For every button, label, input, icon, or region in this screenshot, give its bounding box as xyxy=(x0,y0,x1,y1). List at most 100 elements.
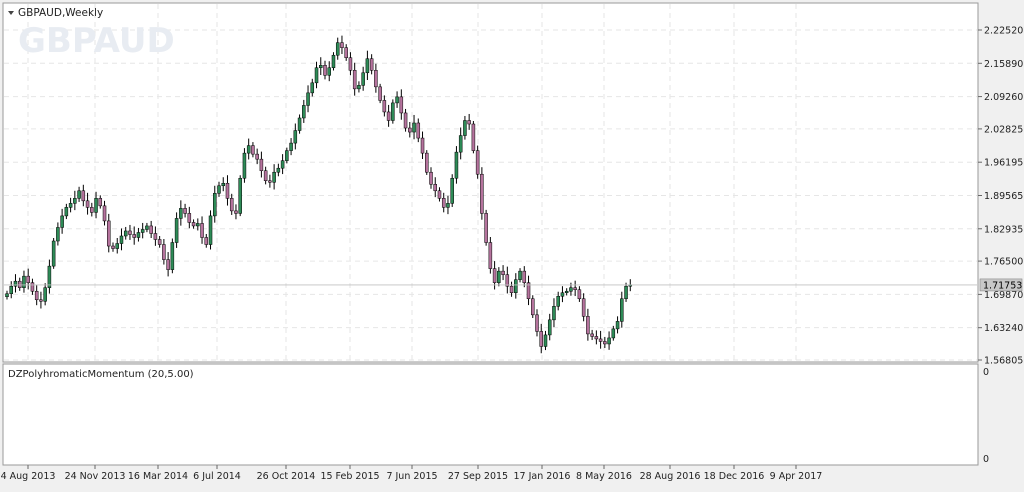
candle-body xyxy=(497,270,501,283)
time-tick-label: 16 Mar 2014 xyxy=(128,471,188,482)
candle-body xyxy=(306,92,310,106)
price-tick-label: 1.96195 xyxy=(984,158,1023,169)
candle xyxy=(471,120,476,154)
candle-body xyxy=(90,207,94,213)
candle-body xyxy=(170,242,175,270)
candle-body xyxy=(297,117,302,131)
candle-body xyxy=(590,333,594,337)
candle-body xyxy=(285,150,289,161)
candle-body xyxy=(386,111,391,121)
candle-body xyxy=(369,58,374,71)
candle-body xyxy=(425,152,429,173)
candle-body xyxy=(577,289,582,300)
candle-body xyxy=(603,341,607,345)
candle-body xyxy=(569,287,573,292)
candle-body xyxy=(357,85,361,90)
time-tick-label: 15 Feb 2015 xyxy=(320,471,379,482)
chart-window: GBPAUD GBPAUD,Weekly DZPolyhromaticMomen… xyxy=(0,0,1024,488)
price-tick-label: 1.63240 xyxy=(984,323,1023,334)
indicator-tick-bottom: 0 xyxy=(983,454,989,465)
candle-body xyxy=(607,337,611,345)
time-tick-label: 27 Sep 2015 xyxy=(448,471,508,482)
candle-body xyxy=(68,203,73,208)
candle-body xyxy=(522,270,527,283)
candle-body xyxy=(13,280,18,287)
candle-body xyxy=(272,171,276,183)
price-tick-label: 2.02825 xyxy=(984,124,1023,135)
time-tick-label: 9 Apr 2017 xyxy=(770,471,823,482)
candle-body xyxy=(39,299,43,302)
candle xyxy=(51,237,56,269)
candle-body xyxy=(34,290,39,301)
candle-body xyxy=(251,145,255,155)
candle-body xyxy=(115,243,119,249)
candle-body xyxy=(454,151,459,179)
candle-body xyxy=(263,170,268,182)
candle-body xyxy=(51,240,56,267)
candle-body xyxy=(289,142,293,151)
candle-body xyxy=(314,67,319,84)
candle-body xyxy=(5,293,9,298)
candle-body xyxy=(327,67,331,76)
candle-body xyxy=(174,218,179,243)
candle-body xyxy=(56,227,60,242)
price-tick-label: 1.76500 xyxy=(984,257,1023,268)
candle-body xyxy=(280,160,285,169)
candle-body xyxy=(98,198,103,207)
candle-body xyxy=(221,183,225,187)
candle-body xyxy=(77,190,81,199)
candle-body xyxy=(107,220,111,247)
candle-body xyxy=(437,190,442,199)
chart-canvas[interactable]: GBPAUD GBPAUD,Weekly DZPolyhromaticMomen… xyxy=(0,0,1024,488)
candle-body xyxy=(26,275,30,283)
candle-body xyxy=(484,213,488,243)
candle-body xyxy=(60,215,64,228)
candle-body xyxy=(518,270,522,280)
symbol-menu[interactable]: GBPAUD,Weekly xyxy=(8,7,103,19)
candle-body xyxy=(208,215,213,245)
candle-body xyxy=(573,287,577,290)
candle-body xyxy=(543,334,548,347)
candle-body xyxy=(620,298,624,322)
candle-body xyxy=(94,198,98,213)
candle-body xyxy=(136,232,141,238)
candle-body xyxy=(539,331,543,347)
candle-body xyxy=(556,295,560,307)
candle-body xyxy=(43,287,47,302)
candle-body xyxy=(302,105,306,119)
candle-body xyxy=(547,319,552,336)
candle-body xyxy=(458,135,463,153)
current-price-label: 1.71753 xyxy=(983,280,1022,291)
candle xyxy=(488,236,493,274)
candle-body xyxy=(429,171,433,185)
candle-body xyxy=(441,198,446,208)
price-tick-label: 2.09260 xyxy=(984,92,1023,103)
time-tick-label: 8 May 2016 xyxy=(576,471,632,482)
candle-body xyxy=(225,183,230,199)
candle-body xyxy=(246,145,251,154)
candle-body xyxy=(361,72,365,86)
candle-body xyxy=(217,185,221,194)
candle-body xyxy=(365,58,370,74)
candle-body xyxy=(111,245,115,249)
candle-body xyxy=(22,275,26,288)
candle-body xyxy=(196,223,200,227)
indicator-label: DZPolyhromaticMomentum (20,5.00) xyxy=(8,369,194,380)
candle-body xyxy=(514,279,518,293)
candle-body xyxy=(276,167,281,173)
time-tick-label: 18 Dec 2016 xyxy=(704,471,765,482)
candle-body xyxy=(132,234,136,238)
candle-body xyxy=(268,180,272,183)
candle-body xyxy=(348,57,353,71)
candle-body xyxy=(433,184,437,192)
candle-body xyxy=(81,190,86,202)
price-tick-label: 1.89565 xyxy=(984,191,1023,202)
candle-body xyxy=(344,47,348,58)
candle-body xyxy=(204,237,209,245)
candle-body xyxy=(149,225,153,234)
candle-body xyxy=(492,268,497,283)
price-tick-label: 1.69870 xyxy=(984,290,1023,301)
indicator-tick-top: 0 xyxy=(983,367,989,378)
candle-body xyxy=(73,198,77,204)
candle-body xyxy=(191,222,196,227)
